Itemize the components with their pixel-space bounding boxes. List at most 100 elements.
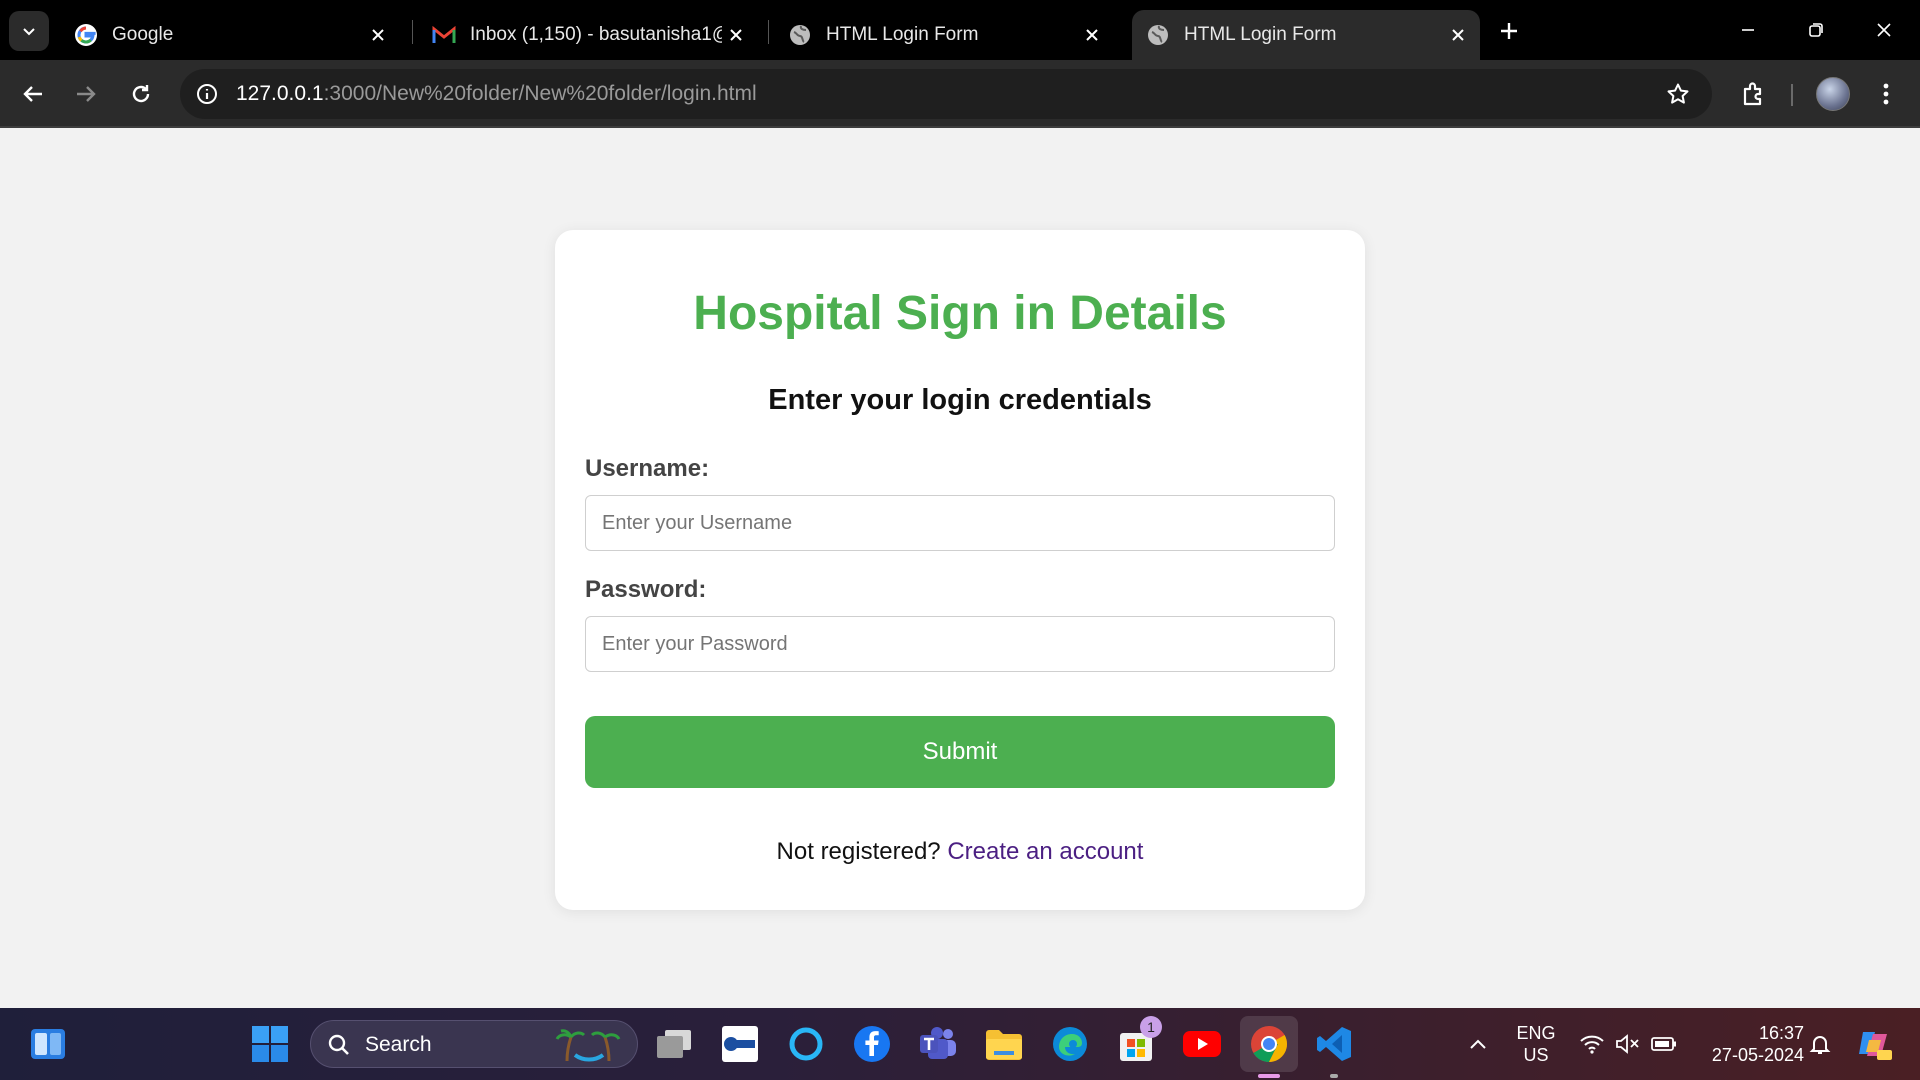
clock[interactable]: 16:37 27-05-2024: [1694, 1022, 1804, 1066]
edge-button[interactable]: [1048, 1022, 1092, 1066]
minimize-icon: [1742, 29, 1754, 31]
widgets-button[interactable]: [26, 1022, 70, 1066]
password-label: Password:: [585, 576, 707, 603]
youtube-button[interactable]: [1180, 1022, 1224, 1066]
page-title: Hospital Sign in Details: [693, 287, 1227, 340]
tab-search-button[interactable]: [9, 11, 49, 51]
cortana-button[interactable]: [784, 1022, 828, 1066]
globe-icon: [1146, 23, 1170, 47]
tab-gmail[interactable]: Inbox (1,150) - basutanisha1@gmail.com: [418, 10, 758, 60]
chrome-icon: [1251, 1026, 1288, 1062]
browser-tab-bar: Google Inbox (1,150) - basutanisha1@gmai…: [0, 0, 1920, 60]
unstop-app-button[interactable]: [718, 1022, 762, 1066]
folder-icon: [986, 1030, 1022, 1060]
tab-html-login-form-active[interactable]: HTML Login Form: [1132, 10, 1480, 60]
chevron-down-icon: [23, 28, 35, 36]
back-button[interactable]: [15, 76, 51, 112]
close-icon[interactable]: [722, 21, 750, 49]
globe-icon: [788, 23, 812, 47]
microsoft-store-button[interactable]: 1: [1114, 1016, 1162, 1066]
start-button[interactable]: [248, 1022, 292, 1066]
bookmark-star-icon[interactable]: [1664, 80, 1692, 108]
reload-button[interactable]: [123, 76, 159, 112]
tab-title: HTML Login Form: [826, 24, 979, 45]
new-tab-button[interactable]: [1494, 16, 1524, 46]
plus-icon: [1501, 23, 1517, 39]
vscode-running-indicator: [1330, 1074, 1338, 1078]
username-label: Username:: [585, 455, 710, 482]
restore-icon: [1809, 23, 1823, 37]
clock-date: 27-05-2024: [1711, 1045, 1804, 1065]
youtube-icon: [1183, 1031, 1221, 1057]
password-input[interactable]: [585, 616, 1335, 672]
create-account-link[interactable]: Create an account: [947, 838, 1143, 865]
task-view-icon: [657, 1030, 691, 1058]
tab-separator: [768, 20, 769, 44]
arrow-left-icon: [23, 86, 42, 102]
chrome-running-indicator: [1258, 1074, 1280, 1078]
vscode-icon: [1317, 1027, 1351, 1061]
copilot-button[interactable]: [1852, 1022, 1896, 1066]
tab-title: HTML Login Form: [1184, 24, 1337, 45]
close-window-button[interactable]: [1862, 12, 1906, 48]
cortana-ring-icon: [789, 1027, 823, 1061]
language-indicator[interactable]: ENG US: [1508, 1022, 1564, 1066]
language-code: ENG: [1516, 1023, 1556, 1043]
reload-icon: [132, 85, 150, 103]
submit-button[interactable]: Submit: [585, 716, 1335, 788]
file-explorer-button[interactable]: [982, 1022, 1026, 1066]
url-host: 127.0.0.1: [236, 82, 324, 105]
tab-google[interactable]: Google: [60, 10, 400, 60]
username-input[interactable]: [585, 495, 1335, 551]
clock-time: 16:37: [1758, 1023, 1804, 1043]
close-icon[interactable]: [364, 21, 392, 49]
minimize-button[interactable]: [1726, 12, 1770, 48]
windows-logo-icon: [252, 1026, 288, 1062]
close-icon[interactable]: [1078, 21, 1106, 49]
task-view-button[interactable]: [652, 1022, 696, 1066]
unstop-icon: [722, 1026, 758, 1062]
teams-button[interactable]: [916, 1022, 960, 1066]
notifications-button[interactable]: [1798, 1022, 1842, 1066]
store-notification-badge: 1: [1140, 1016, 1162, 1038]
site-info-icon[interactable]: [194, 81, 220, 107]
palm-trees-icon: [555, 1029, 621, 1062]
extensions-button[interactable]: [1736, 76, 1772, 112]
wifi-icon: [1580, 1035, 1604, 1054]
page-subtitle: Enter your login credentials: [768, 384, 1152, 416]
register-prompt: Not registered?: [776, 838, 941, 865]
restore-button[interactable]: [1794, 12, 1838, 48]
kebab-menu-icon: [1883, 83, 1889, 105]
windows-taskbar: Search 1 ENG US 16:37 27-05-2024: [0, 1008, 1920, 1080]
login-card: Hospital Sign in Details Enter your logi…: [555, 230, 1365, 910]
battery-status[interactable]: [1642, 1022, 1686, 1066]
tab-title: Google: [112, 24, 174, 45]
volume-muted-icon: [1616, 1034, 1639, 1054]
vscode-button[interactable]: [1312, 1022, 1356, 1066]
tab-title: Inbox (1,150) - basutanisha1@gmail.com: [470, 24, 722, 45]
gmail-icon: [432, 23, 456, 47]
widgets-icon: [31, 1029, 65, 1059]
chrome-button[interactable]: [1247, 1022, 1291, 1066]
taskbar-search-box[interactable]: Search: [310, 1020, 638, 1068]
profile-avatar[interactable]: [1816, 77, 1850, 111]
search-icon: [328, 1034, 349, 1055]
puzzle-icon: [1743, 82, 1762, 106]
google-icon: [74, 23, 98, 47]
show-hidden-icons-button[interactable]: [1456, 1022, 1500, 1066]
forward-button[interactable]: [68, 76, 104, 112]
chevron-up-icon: [1470, 1039, 1486, 1049]
bell-icon: [1809, 1036, 1831, 1054]
edge-icon: [1053, 1027, 1087, 1061]
close-icon[interactable]: [1444, 21, 1472, 49]
teams-icon: [920, 1027, 956, 1059]
facebook-button[interactable]: [850, 1022, 894, 1066]
menu-button[interactable]: [1868, 76, 1904, 112]
url-path: :3000/New%20folder/New%20folder/login.ht…: [323, 82, 757, 105]
toolbar-divider: [1791, 84, 1793, 106]
tab-html-login-form[interactable]: HTML Login Form: [774, 10, 1114, 60]
url-text: 127.0.0.1:3000/New%20folder/New%20folder…: [236, 82, 757, 106]
tab-separator: [412, 20, 413, 44]
search-label: Search: [365, 1033, 432, 1056]
address-bar[interactable]: 127.0.0.1:3000/New%20folder/New%20folder…: [180, 69, 1712, 119]
